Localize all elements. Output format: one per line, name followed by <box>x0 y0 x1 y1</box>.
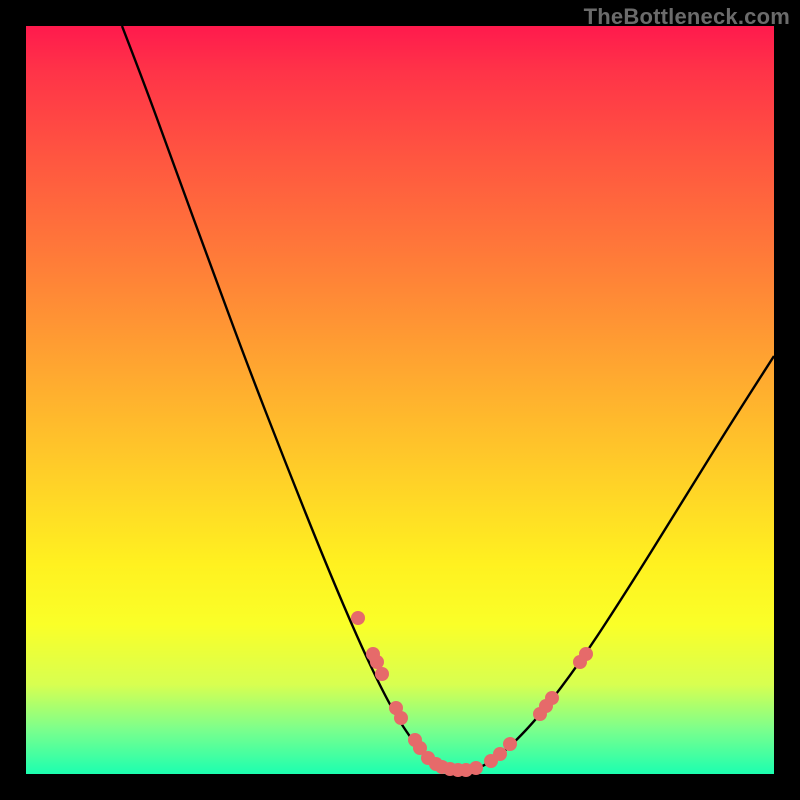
data-point <box>493 747 507 761</box>
data-point <box>408 733 422 747</box>
data-points-layer <box>26 26 774 774</box>
data-point <box>375 667 389 681</box>
data-point <box>394 711 408 725</box>
data-point <box>429 757 443 771</box>
data-point <box>443 762 457 776</box>
data-point <box>573 655 587 669</box>
data-point <box>579 647 593 661</box>
data-point <box>545 691 559 705</box>
data-point <box>539 699 553 713</box>
data-point <box>370 655 384 669</box>
data-point <box>413 741 427 755</box>
data-point <box>389 701 403 715</box>
data-point <box>451 763 465 777</box>
data-point <box>484 754 498 768</box>
data-point <box>459 763 473 777</box>
bottleneck-curve <box>26 26 774 774</box>
data-point <box>435 760 449 774</box>
data-point <box>533 707 547 721</box>
data-point <box>366 647 380 661</box>
data-point <box>421 751 435 765</box>
data-point <box>503 737 517 751</box>
data-point <box>469 761 483 775</box>
data-point <box>351 611 365 625</box>
chart-area <box>26 26 774 774</box>
